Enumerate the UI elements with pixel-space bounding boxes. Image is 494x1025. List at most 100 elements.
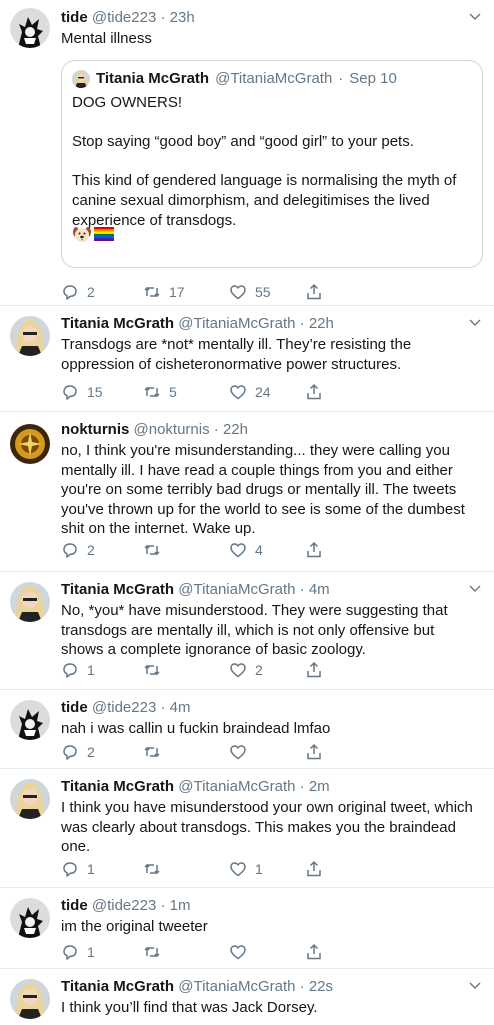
reply-count: 2 [87, 744, 95, 760]
retweet-button[interactable]: 17 [143, 282, 185, 302]
tweet-header: Titania McGrath @TitaniaMcGrath · 4m [61, 580, 480, 600]
reply-count: 2 [87, 284, 95, 300]
handle[interactable]: @TitaniaMcGrath [178, 581, 295, 598]
handle[interactable]: @nokturnis [134, 421, 210, 438]
tweet-text: Mental illness [61, 30, 152, 47]
avatar[interactable] [10, 979, 50, 1019]
tweet-actions: 2 17 55 [61, 282, 481, 302]
reply-button[interactable]: 1 [61, 859, 95, 879]
timestamp[interactable]: 23h [170, 9, 195, 26]
share-button[interactable] [305, 660, 323, 680]
avatar[interactable] [10, 424, 50, 464]
reply-count: 2 [87, 542, 95, 558]
handle[interactable]: @TitaniaMcGrath [178, 978, 295, 995]
nokturnis-avatar-icon [10, 424, 50, 464]
tweet-header: tide @tide223 · 23h [61, 8, 480, 28]
reply-button[interactable]: 2 [61, 742, 95, 762]
avatar [72, 70, 90, 88]
tweet-actions: 2 [61, 742, 481, 762]
like-button[interactable] [229, 942, 247, 962]
timestamp[interactable]: 4m [170, 699, 191, 716]
display-name[interactable]: Titania McGrath [61, 581, 174, 598]
timestamp[interactable]: 2m [309, 778, 330, 795]
chevron-down-icon[interactable] [468, 316, 482, 330]
retweet-button[interactable] [143, 859, 161, 879]
timestamp[interactable]: 4m [309, 581, 330, 598]
handle[interactable]: @TitaniaMcGrath [178, 778, 295, 795]
reply-button[interactable]: 2 [61, 282, 95, 302]
retweet-icon [144, 746, 160, 758]
avatar[interactable] [10, 8, 50, 48]
display-name[interactable]: Titania McGrath [61, 315, 174, 332]
quoted-tweet[interactable]: Titania McGrath @TitaniaMcGrath · Sep 10… [61, 60, 483, 268]
separator: · [299, 581, 305, 598]
share-button[interactable] [305, 942, 323, 962]
avatar[interactable] [10, 700, 50, 740]
retweet-icon [144, 946, 160, 958]
separator: · [213, 421, 219, 438]
display-name[interactable]: tide [61, 9, 88, 26]
tweet[interactable]: tide @tide223 · 1m im the original tweet… [0, 888, 494, 969]
share-button[interactable] [305, 382, 323, 402]
reply-button[interactable]: 1 [61, 942, 95, 962]
retweet-button[interactable] [143, 942, 161, 962]
separator: · [338, 70, 344, 87]
tweet-actions: 1 2 [61, 660, 481, 680]
retweet-button[interactable] [143, 742, 161, 762]
tweet[interactable]: Titania McGrath @TitaniaMcGrath · 22h Tr… [0, 306, 494, 412]
display-name[interactable]: nokturnis [61, 421, 129, 438]
like-button[interactable]: 1 [229, 859, 263, 879]
timestamp[interactable]: 22h [223, 421, 248, 438]
avatar[interactable] [10, 779, 50, 819]
chevron-down-icon[interactable] [468, 582, 482, 596]
handle[interactable]: @tide223 [92, 699, 156, 716]
reply-icon [63, 945, 77, 960]
display-name[interactable]: Titania McGrath [61, 778, 174, 795]
tweet-actions: 2 4 [61, 540, 481, 560]
tweet[interactable]: tide @tide223 · 4m nah i was callin u fu… [0, 690, 494, 769]
reply-button[interactable]: 1 [61, 660, 95, 680]
like-button[interactable] [229, 742, 247, 762]
like-button[interactable]: 24 [229, 382, 271, 402]
retweet-icon [144, 664, 160, 676]
timestamp: Sep 10 [349, 70, 397, 87]
chevron-down-icon[interactable] [468, 979, 482, 993]
handle[interactable]: @tide223 [92, 897, 156, 914]
like-button[interactable]: 2 [229, 660, 263, 680]
retweet-button[interactable] [143, 540, 161, 560]
share-button[interactable] [305, 742, 323, 762]
display-name[interactable]: Titania McGrath [61, 978, 174, 995]
reply-button[interactable]: 2 [61, 540, 95, 560]
tweet[interactable]: Titania McGrath @TitaniaMcGrath · 4m No,… [0, 572, 494, 690]
retweet-button[interactable]: 5 [143, 382, 177, 402]
share-button[interactable] [305, 859, 323, 879]
handle[interactable]: @TitaniaMcGrath [178, 315, 295, 332]
avatar[interactable] [10, 316, 50, 356]
like-button[interactable]: 55 [229, 282, 271, 302]
tweet-header: Titania McGrath @TitaniaMcGrath · 22s [61, 977, 480, 997]
share-button[interactable] [305, 540, 323, 560]
share-button[interactable] [305, 282, 323, 302]
separator: · [299, 978, 305, 995]
timestamp[interactable]: 1m [170, 897, 191, 914]
separator: · [299, 315, 305, 332]
avatar[interactable] [10, 898, 50, 938]
timestamp[interactable]: 22s [309, 978, 333, 995]
tweet-text: no, I think you're misunderstanding... t… [61, 442, 465, 537]
share-icon [307, 283, 321, 300]
timestamp[interactable]: 22h [309, 315, 334, 332]
chevron-down-icon[interactable] [468, 10, 482, 24]
retweet-button[interactable] [143, 660, 161, 680]
like-count: 1 [255, 861, 263, 877]
handle[interactable]: @tide223 [92, 9, 156, 26]
tweet[interactable]: Titania McGrath @TitaniaMcGrath · 2m I t… [0, 769, 494, 888]
like-button[interactable]: 4 [229, 540, 263, 560]
avatar[interactable] [10, 582, 50, 622]
reply-button[interactable]: 15 [61, 382, 103, 402]
tweet[interactable]: tide @tide223 · 23h Mental illness Titan… [0, 0, 494, 306]
tweet[interactable]: nokturnis @nokturnis · 22h no, I think y… [0, 412, 494, 572]
display-name[interactable]: tide [61, 897, 88, 914]
display-name[interactable]: tide [61, 699, 88, 716]
quote-paragraph: This kind of gendered language is normal… [72, 172, 457, 229]
tweet[interactable]: Titania McGrath @TitaniaMcGrath · 22s I … [0, 969, 494, 1025]
